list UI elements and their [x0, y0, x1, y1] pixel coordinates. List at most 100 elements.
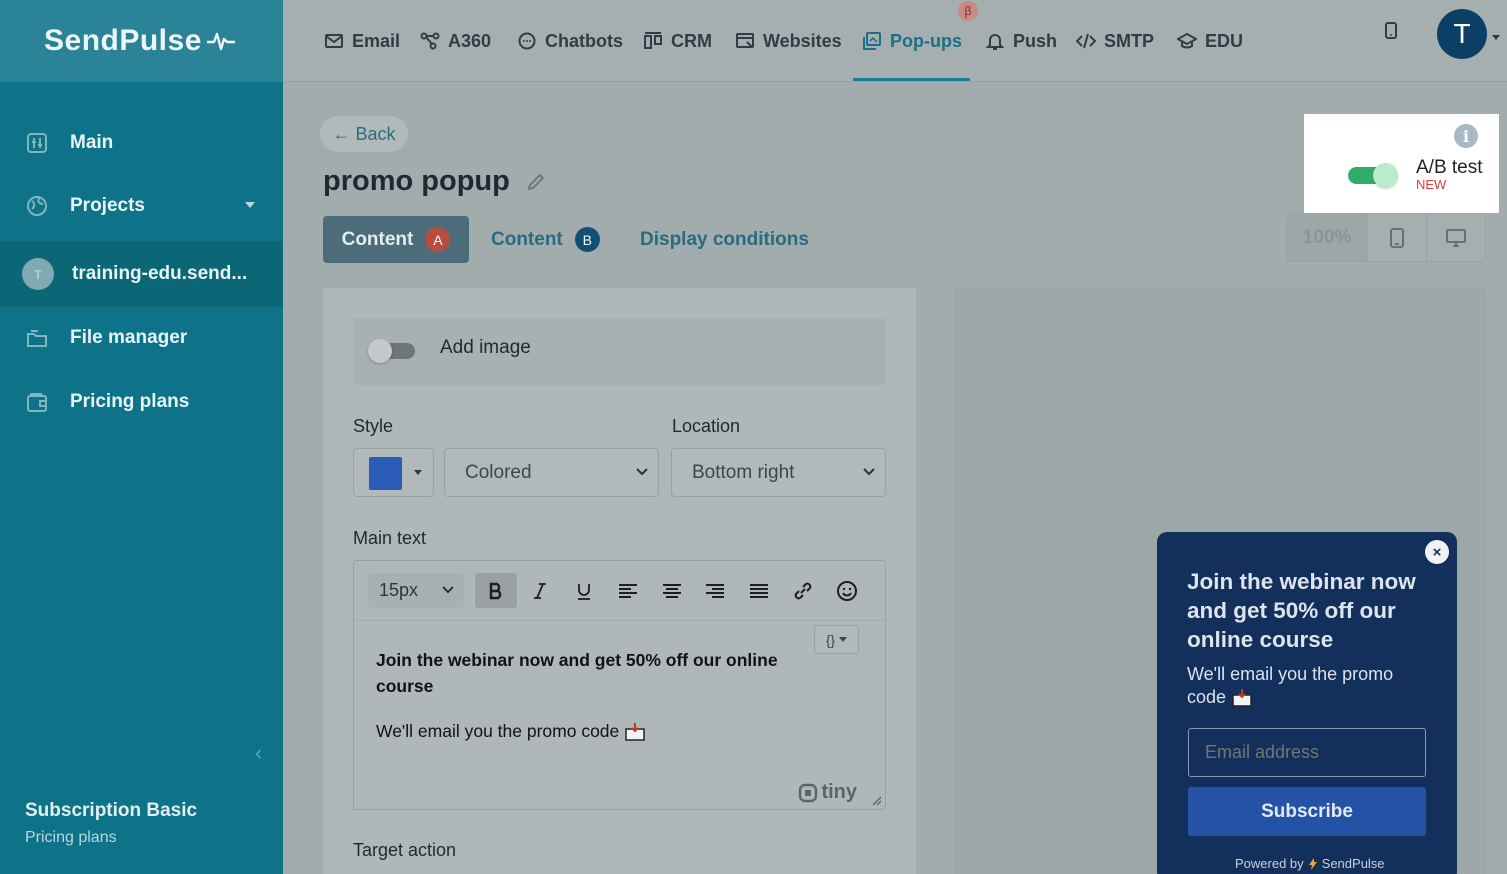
- nav-crm[interactable]: CRM: [643, 0, 712, 82]
- editor-headline-text[interactable]: Join the webinar now and get 50% off our…: [376, 647, 836, 699]
- globe-icon: [26, 195, 48, 217]
- resize-handle-icon[interactable]: [870, 794, 882, 806]
- dashboard-icon: [26, 132, 48, 154]
- align-center-button[interactable]: [651, 573, 693, 608]
- bold-icon: [489, 582, 502, 599]
- chevron-down-icon: [839, 636, 848, 642]
- popup-description: We'll email you the promo code: [1187, 663, 1437, 709]
- pricing-plans-link[interactable]: Pricing plans: [25, 829, 117, 847]
- nav-email[interactable]: Email: [324, 0, 400, 82]
- tiny-branding[interactable]: tiny: [798, 781, 857, 804]
- variant-b-badge: B: [574, 227, 600, 252]
- sidebar-item-label: Pricing plans: [70, 391, 190, 412]
- sendpulse-logo[interactable]: SendPulse: [44, 24, 236, 58]
- nav-label: Pop-ups: [890, 30, 962, 51]
- popup-description-text: We'll email you the promo code: [1187, 664, 1394, 707]
- mobile-icon: [1389, 227, 1404, 248]
- nav-push[interactable]: Push: [985, 0, 1057, 82]
- new-badge: NEW: [1416, 177, 1447, 192]
- envelope-icon: [325, 34, 343, 48]
- powered-by[interactable]: Powered by SendPulse: [1235, 856, 1385, 871]
- sidebar-item-main[interactable]: Main: [0, 110, 283, 176]
- active-tab-indicator: [853, 78, 970, 81]
- font-size-select[interactable]: 15px: [368, 573, 464, 608]
- nav-label: Websites: [763, 30, 842, 51]
- style-label: Style: [353, 416, 394, 436]
- sidebar-item-pricing-plans[interactable]: Pricing plans: [0, 369, 283, 435]
- toggle-knob: [368, 339, 392, 363]
- editor-body-text[interactable]: We'll email you the promo code: [376, 721, 646, 742]
- code-icon: [1076, 33, 1096, 49]
- user-avatar[interactable]: T: [1437, 9, 1487, 59]
- avatar: T: [22, 258, 54, 290]
- desktop-view-button[interactable]: [1427, 214, 1485, 261]
- subscription-title: Subscription Basic: [25, 800, 198, 821]
- location-select-value: Bottom right: [692, 461, 795, 483]
- nav-popups[interactable]: Pop-ups: [862, 0, 962, 82]
- align-left-icon: [619, 583, 637, 598]
- editor-toolbar: 15px: [354, 561, 885, 621]
- nav-smtp[interactable]: SMTP: [1076, 0, 1154, 82]
- collapse-sidebar-icon[interactable]: ‹: [255, 740, 262, 766]
- nav-label: SMTP: [1104, 30, 1155, 51]
- align-right-icon: [706, 583, 724, 598]
- tab-content-b[interactable]: Content B: [491, 216, 600, 263]
- tab-label: Content: [341, 228, 414, 250]
- tab-label: Content: [491, 228, 563, 250]
- nav-a360[interactable]: A360: [420, 0, 491, 82]
- add-image-toggle[interactable]: [368, 339, 415, 363]
- nav-label: EDU: [1205, 30, 1244, 51]
- pencil-icon[interactable]: [526, 172, 546, 197]
- ab-test-toggle[interactable]: [1348, 163, 1398, 188]
- sidebar-item-file-manager[interactable]: File manager: [0, 305, 283, 371]
- link-icon: [794, 582, 812, 599]
- nav-websites[interactable]: Websites: [735, 0, 842, 82]
- align-left-button[interactable]: [607, 573, 649, 608]
- powered-by-text: Powered by: [1235, 856, 1304, 871]
- location-select[interactable]: Bottom right: [671, 448, 886, 497]
- link-button[interactable]: [782, 573, 824, 608]
- sidebar-item-label: training-edu.send...: [72, 263, 248, 284]
- nav-edu[interactable]: EDU: [1177, 0, 1243, 82]
- tab-display-conditions[interactable]: Display conditions: [640, 216, 809, 263]
- bold-button[interactable]: [475, 573, 517, 608]
- website-icon: [736, 33, 754, 48]
- style-color-picker[interactable]: [353, 448, 434, 497]
- justify-button[interactable]: [738, 573, 780, 608]
- sidebar-item-project-site[interactable]: T training-edu.send...: [0, 241, 283, 307]
- logo-area: SendPulse: [0, 0, 283, 82]
- nav-chatbots[interactable]: Chatbots: [517, 0, 623, 82]
- graduation-cap-icon: [1177, 32, 1197, 49]
- beta-badge: β: [958, 1, 978, 21]
- rich-text-editor[interactable]: 15px {} Join the webinar now and get 50%…: [353, 560, 886, 810]
- tiny-logo-icon: [799, 783, 818, 802]
- email-field[interactable]: [1188, 728, 1426, 777]
- lightning-icon: [1308, 857, 1317, 870]
- sidebar-item-label: File manager: [70, 327, 188, 348]
- tab-content-a[interactable]: Content A: [323, 216, 469, 263]
- top-navigation: Email A360 Chatbots CRM Websites Pop-ups…: [283, 0, 1507, 82]
- sidebar-item-label: Projects: [70, 195, 145, 216]
- emoji-button[interactable]: [826, 573, 868, 608]
- underline-button[interactable]: [563, 573, 605, 608]
- ab-test-label: A/B test: [1416, 157, 1483, 178]
- style-select[interactable]: Colored: [444, 448, 659, 497]
- info-icon[interactable]: i: [1454, 124, 1478, 148]
- mobile-view-button[interactable]: [1368, 214, 1427, 261]
- chat-icon: [518, 32, 536, 50]
- mobile-app-icon[interactable]: [1384, 21, 1398, 46]
- justify-icon: [750, 583, 768, 598]
- sidebar-item-projects[interactable]: Projects: [0, 173, 283, 239]
- nav-label: Chatbots: [545, 30, 623, 51]
- zoom-level[interactable]: 100%: [1287, 214, 1369, 261]
- align-right-button[interactable]: [694, 573, 736, 608]
- chevron-down-icon: [442, 586, 454, 594]
- close-icon[interactable]: ×: [1425, 540, 1449, 564]
- font-size-value: 15px: [379, 580, 419, 600]
- subscribe-button[interactable]: Subscribe: [1188, 787, 1426, 836]
- back-button[interactable]: ← Back: [320, 116, 408, 152]
- automation-icon: [420, 32, 440, 50]
- smiley-icon: [837, 580, 857, 601]
- chevron-down-icon[interactable]: [1492, 35, 1500, 40]
- italic-button[interactable]: [519, 573, 561, 608]
